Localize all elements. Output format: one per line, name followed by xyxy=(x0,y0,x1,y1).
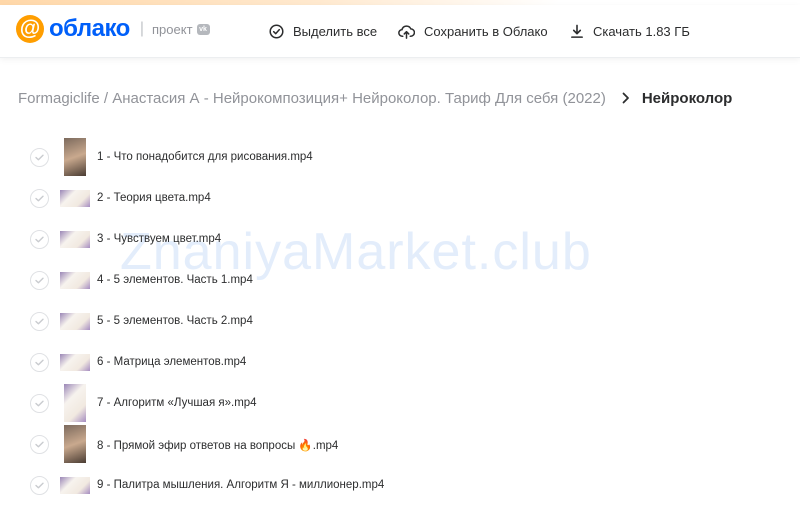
download-button[interactable]: Скачать 1.83 ГБ xyxy=(570,18,690,44)
checkbox-checkmark-icon[interactable] xyxy=(30,148,49,167)
breadcrumb-current: Нейроколор xyxy=(641,89,733,107)
breadcrumb: Formagiclife / Анастасия А - Нейрокомпоз… xyxy=(18,88,732,108)
at-sign-logo-icon: @ xyxy=(16,15,44,43)
checkbox-checkmark-icon[interactable] xyxy=(30,312,49,331)
video-thumbnail xyxy=(60,354,90,371)
video-thumbnail xyxy=(60,190,90,207)
checkbox-checkmark-icon[interactable] xyxy=(30,189,49,208)
list-item[interactable]: 4 - 5 элементов. Часть 1.mp4 xyxy=(0,261,800,302)
breadcrumb-path-link[interactable]: Formagiclife / Анастасия А - Нейрокомпоз… xyxy=(18,90,606,107)
video-thumbnail xyxy=(60,313,90,330)
vk-badge-icon: vk xyxy=(196,23,210,35)
logo-text: облако xyxy=(49,15,130,42)
checkbox-checkmark-icon[interactable] xyxy=(30,435,49,454)
file-name: 3 - Чувствуем цвет.mp4 xyxy=(97,233,222,245)
file-name: 1 - Что понадобится для рисования.mp4 xyxy=(97,151,313,163)
list-item[interactable]: 3 - Чувствуем цвет.mp4 xyxy=(0,220,800,261)
video-thumbnail xyxy=(64,138,86,176)
checkbox-checkmark-icon[interactable] xyxy=(30,476,49,495)
video-thumbnail xyxy=(60,272,90,289)
file-name: 6 - Матрица элементов.mp4 xyxy=(97,356,247,368)
list-item[interactable]: 2 - Теория цвета.mp4 xyxy=(0,179,800,220)
list-item[interactable]: 8 - Прямой эфир ответов на вопросы 🔥.mp4 xyxy=(0,425,800,466)
cloud-upload-icon xyxy=(398,24,415,39)
file-name: 5 - 5 элементов. Часть 2.mp4 xyxy=(97,315,253,327)
checkbox-checkmark-icon[interactable] xyxy=(30,271,49,290)
save-to-cloud-button[interactable]: Сохранить в Облако xyxy=(398,18,548,44)
checkbox-checkmark-icon[interactable] xyxy=(30,230,49,249)
video-thumbnail xyxy=(60,477,90,494)
chevron-right-icon xyxy=(622,92,630,104)
file-list: 1 - Что понадобится для рисования.mp4 2 … xyxy=(0,138,800,507)
checkbox-checkmark-icon[interactable] xyxy=(30,394,49,413)
file-name: 7 - Алгоритм «Лучшая я».mp4 xyxy=(97,397,257,409)
cloud-logo[interactable]: @ облако | проект vk xyxy=(16,15,210,43)
project-label: проект vk xyxy=(152,22,210,37)
checkbox-checkmark-icon[interactable] xyxy=(30,353,49,372)
list-item[interactable]: 7 - Алгоритм «Лучшая я».mp4 xyxy=(0,384,800,425)
file-name: 4 - 5 элементов. Часть 1.mp4 xyxy=(97,274,253,286)
list-item[interactable]: 5 - 5 элементов. Часть 2.mp4 xyxy=(0,302,800,343)
video-thumbnail xyxy=(64,384,86,422)
list-item[interactable]: 9 - Палитра мышления. Алгоритм Я - милли… xyxy=(0,466,800,507)
project-label-text: проект xyxy=(152,21,193,37)
select-all-button[interactable]: Выделить все xyxy=(269,18,377,44)
check-circle-icon xyxy=(269,23,284,39)
download-icon xyxy=(571,24,583,38)
video-thumbnail xyxy=(64,425,86,463)
file-name: 8 - Прямой эфир ответов на вопросы 🔥.mp4 xyxy=(97,440,339,452)
logo-divider: | xyxy=(139,20,144,37)
download-label: Скачать 1.83 ГБ xyxy=(593,23,690,39)
file-name: 9 - Палитра мышления. Алгоритм Я - милли… xyxy=(97,479,385,491)
list-item[interactable]: 1 - Что понадобится для рисования.mp4 xyxy=(0,138,800,179)
select-all-label: Выделить все xyxy=(293,23,378,39)
file-name: 2 - Теория цвета.mp4 xyxy=(97,192,211,204)
header-toolbar: @ облако | проект vk Выделить все Сохран… xyxy=(0,5,800,58)
save-to-cloud-label: Сохранить в Облако xyxy=(424,23,548,39)
video-thumbnail xyxy=(60,231,90,248)
list-item[interactable]: 6 - Матрица элементов.mp4 xyxy=(0,343,800,384)
